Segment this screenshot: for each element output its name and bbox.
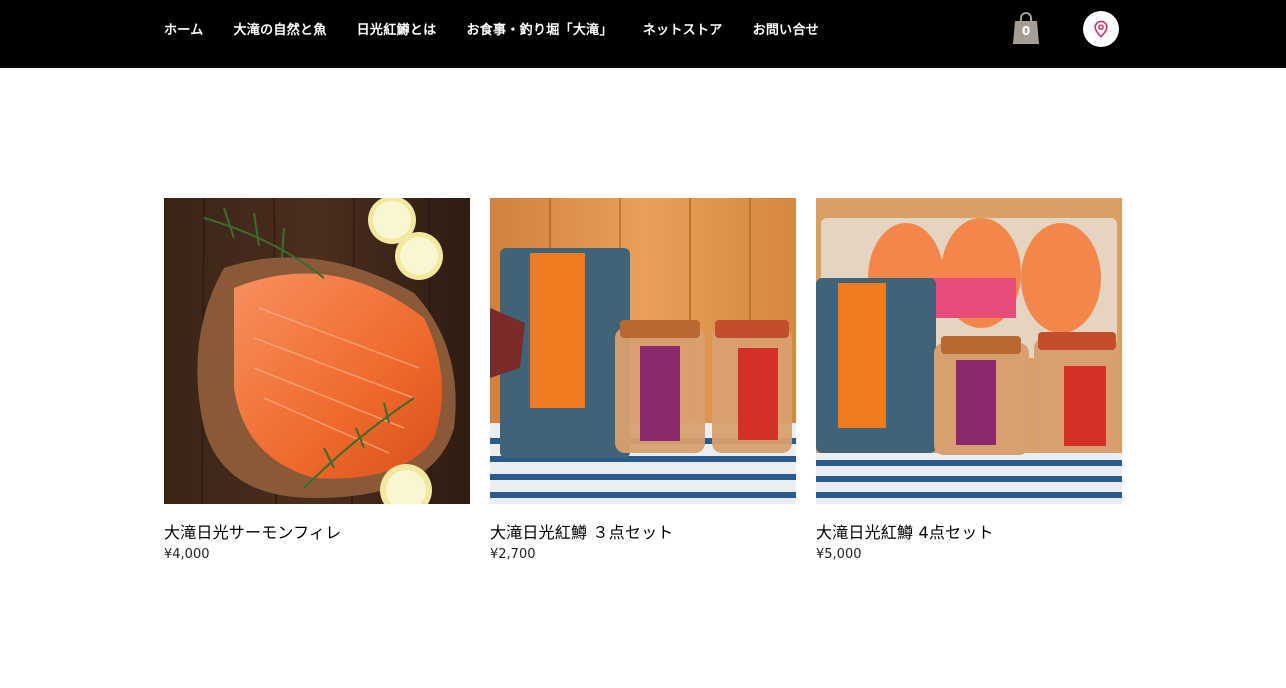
product-name[interactable]: 大滝日光紅鱒 4点セット (816, 519, 994, 543)
product-name[interactable]: 大滝日光紅鱒 ３点セット (490, 519, 674, 543)
nav-item-contact[interactable]: お問い合せ (753, 19, 820, 38)
nav-item-home[interactable]: ホーム (164, 19, 204, 38)
product-card[interactable]: 大滝日光紅鱒 4点セット ¥5,000 (816, 198, 1122, 562)
product-price: ¥5,000 (816, 547, 862, 562)
product-card[interactable]: 大滝日光紅鱒 ３点セット ¥2,700 (490, 198, 796, 562)
nav-item-dining-fishing[interactable]: お食事・釣り堀「大滝」 (466, 19, 612, 38)
nav-item-nature-and-fish[interactable]: 大滝の自然と魚 (234, 19, 327, 38)
product-card[interactable]: 大滝日光サーモンフィレ ¥4,000 (164, 198, 470, 562)
main-nav: ホーム 大滝の自然と魚 日光紅鱒とは お食事・釣り堀「大滝」 ネットストア お問… (164, 0, 819, 56)
product-image-3-piece-set[interactable] (490, 198, 796, 504)
product-name[interactable]: 大滝日光サーモンフィレ (164, 519, 341, 543)
map-button[interactable] (1083, 11, 1119, 47)
nav-item-net-store[interactable]: ネットストア (643, 19, 723, 38)
map-pin-icon (1094, 20, 1108, 38)
nav-item-about-trout[interactable]: 日光紅鱒とは (357, 19, 437, 38)
product-grid: 大滝日光サーモンフィレ ¥4,000 大滝日光紅鱒 ３点セット ¥2,700 大… (164, 198, 1122, 578)
product-price: ¥2,700 (490, 547, 536, 562)
product-price: ¥4,000 (164, 547, 210, 562)
site-header: ホーム 大滝の自然と魚 日光紅鱒とは お食事・釣り堀「大滝」 ネットストア お問… (0, 0, 1286, 68)
cart-count: 0 (1021, 24, 1031, 38)
cart-button[interactable]: 0 (1012, 11, 1040, 45)
product-image-salmon-fillet[interactable] (164, 198, 470, 504)
product-image-4-piece-set[interactable] (816, 198, 1122, 504)
